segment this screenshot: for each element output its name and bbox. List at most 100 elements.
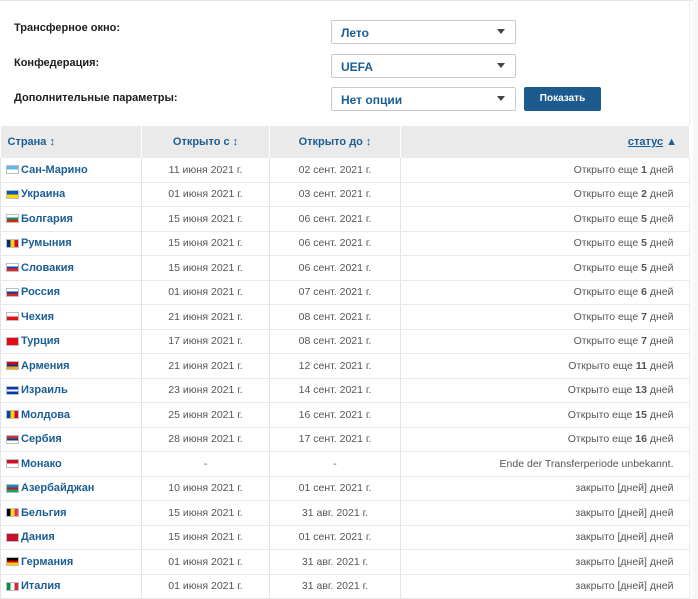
flag-icon bbox=[6, 214, 19, 224]
table-row: Дания 15 июня 2021 г. 01 сент. 2021 г. закр… bbox=[0, 525, 690, 550]
header-status[interactable]: статус ▲ bbox=[400, 126, 690, 158]
country-link[interactable]: Израиль bbox=[21, 384, 68, 396]
open-from-cell: 21 июня 2021 г. bbox=[141, 304, 270, 330]
table-row: Сербия 28 июня 2021 г. 17 сент. 2021 г. Отк… bbox=[0, 427, 690, 452]
table-row: Италия 01 июня 2021 г. 31 авг. 2021 г. закр… bbox=[0, 574, 690, 599]
table-row: Молдова 25 июня 2021 г. 16 сент. 2021 г. От… bbox=[0, 402, 690, 428]
status-suffix: дней bbox=[646, 212, 674, 225]
status-text: Открыто еще bbox=[567, 408, 636, 421]
extra-params-value: Нет опции bbox=[341, 93, 403, 107]
open-from-cell: 21 июня 2021 г. bbox=[141, 353, 270, 379]
status-cell: закрыто [дней] дней bbox=[400, 549, 690, 575]
status-days-count: 13 bbox=[635, 384, 647, 397]
table-row: Бельгия 15 июня 2021 г. 31 авг. 2021 г. зак… bbox=[0, 500, 690, 526]
status-text: закрыто [дней] дней bbox=[575, 482, 674, 495]
confederation-select[interactable]: UEFA bbox=[331, 54, 516, 78]
open-to-cell: 17 сент. 2021 г. bbox=[269, 427, 401, 452]
status-suffix: дней bbox=[646, 188, 674, 201]
status-text: Открыто еще bbox=[573, 286, 642, 299]
table-row: Азербайджан 10 июня 2021 г. 01 сент. 2021 … bbox=[0, 476, 690, 501]
sort-icon: ↕ bbox=[232, 136, 239, 148]
country-link[interactable]: Украина bbox=[21, 188, 65, 200]
transfer-window-select[interactable]: Лето bbox=[331, 20, 516, 44]
status-text: Открыто еще bbox=[573, 310, 642, 323]
confederation-value: UEFA bbox=[341, 60, 374, 74]
status-cell: Открыто еще 5 дней bbox=[400, 255, 690, 281]
country-cell: Чехия bbox=[0, 304, 142, 330]
header-open-from[interactable]: Открыто с ↕ bbox=[141, 126, 270, 158]
open-from-cell: 01 июня 2021 г. bbox=[141, 182, 270, 207]
country-link[interactable]: Армения bbox=[21, 360, 70, 372]
flag-icon bbox=[6, 508, 19, 518]
header-open-to-label: Открыто до bbox=[298, 136, 363, 148]
open-from-cell: 11 июня 2021 г. bbox=[141, 158, 270, 183]
show-button[interactable]: Показать bbox=[524, 87, 601, 111]
open-to-cell: 31 авг. 2021 г. bbox=[269, 500, 401, 526]
country-link[interactable]: Азербайджан bbox=[21, 482, 94, 494]
status-days-count: 15 bbox=[635, 408, 647, 421]
header-open-to[interactable]: Открыто до ↕ bbox=[269, 126, 401, 158]
country-link[interactable]: Россия bbox=[21, 286, 60, 298]
status-cell: Ende der Transferperiode unbekannt. bbox=[400, 451, 690, 477]
status-suffix: дней bbox=[646, 335, 674, 348]
flag-icon bbox=[6, 312, 19, 322]
status-suffix: дней bbox=[646, 408, 674, 421]
status-days-count: 16 bbox=[635, 433, 647, 446]
extra-params-select[interactable]: Нет опции bbox=[331, 87, 516, 111]
status-days-count: 11 bbox=[635, 359, 647, 372]
country-cell: Израиль bbox=[0, 378, 142, 403]
status-suffix: дней bbox=[646, 359, 674, 372]
country-link[interactable]: Сан-Марино bbox=[21, 164, 88, 176]
flag-icon bbox=[6, 434, 19, 444]
country-cell: Германия bbox=[0, 549, 142, 575]
country-cell: Бельгия bbox=[0, 500, 142, 526]
country-link[interactable]: Словакия bbox=[21, 262, 74, 274]
table-row: Словакия 15 июня 2021 г. 06 сент. 2021 г. О… bbox=[0, 255, 690, 281]
open-from-cell: 01 июня 2021 г. bbox=[141, 549, 270, 575]
flag-icon bbox=[6, 385, 19, 395]
extra-params-label: Дополнительные параметры: bbox=[14, 92, 178, 104]
open-to-cell: 01 сент. 2021 г. bbox=[269, 525, 401, 550]
top-divider bbox=[0, 0, 698, 1]
flag-icon bbox=[6, 165, 19, 175]
status-text: закрыто [дней] дней bbox=[575, 555, 674, 568]
sort-asc-icon: ▲ bbox=[666, 136, 677, 148]
country-link[interactable]: Монако bbox=[21, 458, 62, 470]
country-link[interactable]: Италия bbox=[21, 580, 61, 592]
country-link[interactable]: Германия bbox=[21, 556, 73, 568]
country-link[interactable]: Чехия bbox=[21, 311, 54, 323]
table-row: Украина 01 июня 2021 г. 03 сент. 2021 г. От… bbox=[0, 182, 690, 207]
country-link[interactable]: Сербия bbox=[21, 433, 62, 445]
flag-icon bbox=[6, 581, 19, 591]
status-cell: Открыто еще 7 дней bbox=[400, 329, 690, 354]
country-cell: Болгария bbox=[0, 206, 142, 232]
header-open-from-label: Открыто с bbox=[172, 136, 230, 148]
table-header-row: Страна ↕ Открыто с ↕ Открыто до ↕ статус ▲ bbox=[0, 126, 690, 158]
table-row: Румыния 15 июня 2021 г. 06 сент. 2021 г. От… bbox=[0, 231, 690, 256]
open-to-cell: 31 авг. 2021 г. bbox=[269, 549, 401, 575]
scrollbar-track[interactable] bbox=[693, 0, 698, 599]
flag-icon bbox=[6, 189, 19, 199]
open-from-cell: - bbox=[141, 451, 270, 477]
open-to-cell: 02 сент. 2021 г. bbox=[269, 158, 401, 183]
country-link[interactable]: Бельгия bbox=[21, 507, 67, 519]
open-from-cell: 15 июня 2021 г. bbox=[141, 500, 270, 526]
open-from-cell: 15 июня 2021 г. bbox=[141, 255, 270, 281]
country-link[interactable]: Румыния bbox=[21, 237, 72, 249]
open-from-cell: 15 июня 2021 г. bbox=[141, 231, 270, 256]
country-link[interactable]: Молдова bbox=[21, 409, 70, 421]
open-to-cell: 31 авг. 2021 г. bbox=[269, 574, 401, 599]
flag-icon bbox=[6, 361, 19, 371]
country-link[interactable]: Турция bbox=[21, 335, 60, 347]
open-to-cell: 12 сент. 2021 г. bbox=[269, 353, 401, 379]
header-country[interactable]: Страна ↕ bbox=[0, 126, 142, 158]
table-row: Армения 21 июня 2021 г. 12 сент. 2021 г. От… bbox=[0, 353, 690, 379]
status-cell: Открыто еще 11 дней bbox=[400, 353, 690, 379]
open-to-cell: 14 сент. 2021 г. bbox=[269, 378, 401, 403]
country-link[interactable]: Болгария bbox=[21, 213, 73, 225]
status-cell: Открыто еще 7 дней bbox=[400, 304, 690, 330]
chevron-down-icon bbox=[497, 96, 505, 101]
status-cell: Открыто еще 5 дней bbox=[400, 206, 690, 232]
country-link[interactable]: Дания bbox=[21, 531, 55, 543]
country-cell: Сербия bbox=[0, 427, 142, 452]
